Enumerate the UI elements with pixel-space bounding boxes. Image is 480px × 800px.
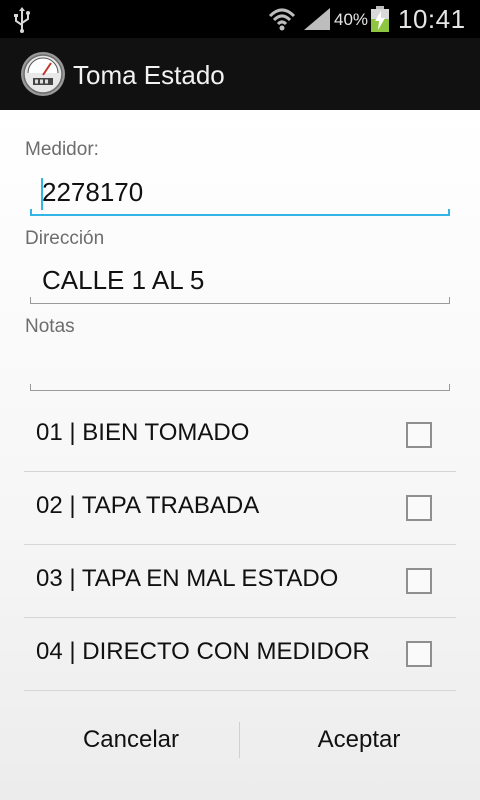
accept-button[interactable]: Aceptar [240, 700, 478, 780]
cancel-button[interactable]: Cancelar [12, 700, 250, 780]
notas-label: Notas [25, 316, 75, 337]
option-checkbox[interactable] [406, 495, 432, 521]
action-bar: Toma Estado [0, 38, 480, 111]
meter-gauge-icon[interactable] [20, 51, 66, 97]
option-checkbox[interactable] [406, 568, 432, 594]
option-row-02[interactable]: 02 | TAPA TRABADA [24, 472, 456, 545]
notas-input-underline[interactable] [30, 384, 450, 391]
dialog-button-bar: Cancelar Aceptar [0, 700, 480, 780]
option-label: 04 | DIRECTO CON MEDIDOR [36, 638, 370, 665]
battery-percent: 40% [334, 10, 369, 29]
medidor-input[interactable]: 2278170 [42, 177, 143, 208]
option-label: 03 | TAPA EN MAL ESTADO [36, 565, 339, 592]
status-bar: 40% 10:41 [0, 0, 480, 38]
medidor-input-underline[interactable] [30, 209, 450, 216]
medidor-label: Medidor: [25, 139, 99, 160]
direccion-input-underline[interactable] [30, 297, 450, 304]
wifi-icon [268, 8, 296, 31]
clock: 10:41 [398, 4, 466, 34]
direccion-label: Dirección [25, 228, 105, 249]
option-row-03[interactable]: 03 | TAPA EN MAL ESTADO [24, 545, 456, 618]
signal-icon [304, 8, 330, 30]
battery-charging-icon [371, 6, 389, 32]
main-content: Medidor: 2278170 Dirección CALLE 1 AL 5 … [0, 110, 480, 800]
option-row-01[interactable]: 01 | BIEN TOMADO [24, 399, 456, 472]
option-checkbox[interactable] [406, 422, 432, 448]
usb-icon [14, 7, 30, 33]
app-title: Toma Estado [73, 60, 225, 90]
option-label: 02 | TAPA TRABADA [36, 492, 260, 519]
direccion-input[interactable]: CALLE 1 AL 5 [42, 265, 204, 296]
option-checkbox[interactable] [406, 641, 432, 667]
option-label: 01 | BIEN TOMADO [36, 419, 250, 446]
option-row-04[interactable]: 04 | DIRECTO CON MEDIDOR [24, 618, 456, 691]
